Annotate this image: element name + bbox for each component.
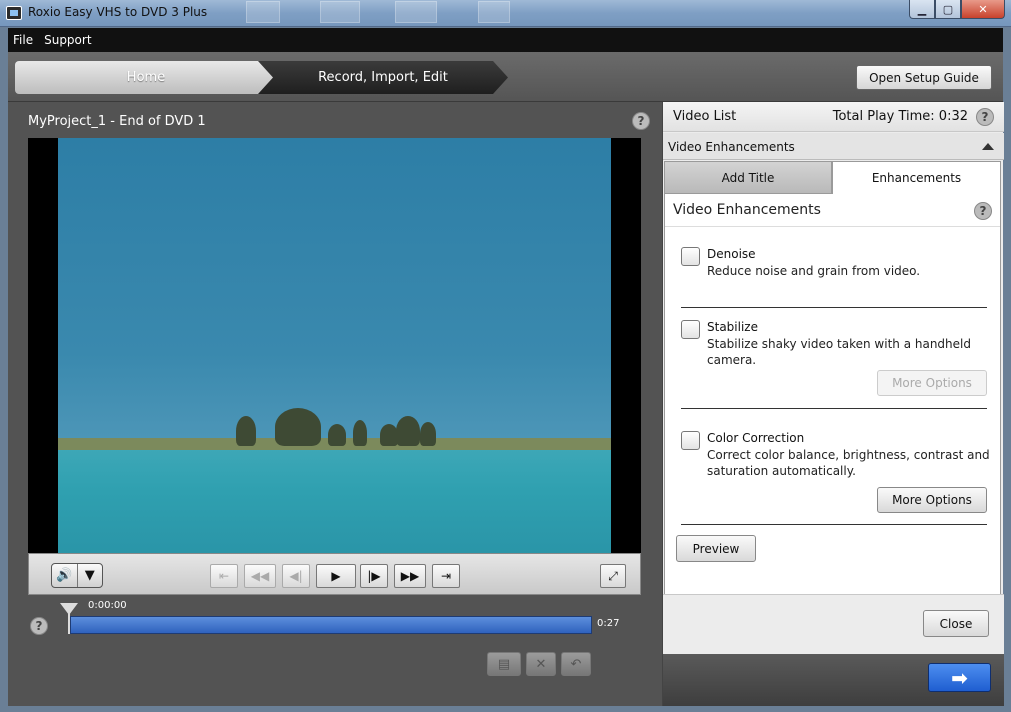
time-start: 0:00:00 [88, 600, 127, 611]
menu-file[interactable]: File [13, 33, 33, 47]
help-icon[interactable]: ? [976, 108, 994, 126]
window-controls: ▁ ▢ ✕ [909, 0, 1005, 20]
background-window-ghost [395, 1, 437, 23]
video-list-header: Video List Total Play Time: 0:32 ? [663, 102, 1004, 132]
next-button[interactable]: ➡ [928, 663, 991, 692]
time-end: 0:27 [597, 618, 620, 629]
step-back-button[interactable]: ◀| [282, 564, 310, 588]
help-icon[interactable]: ? [632, 112, 650, 130]
tab-bar: Add Title Enhancements [663, 160, 1004, 194]
background-window-ghost [320, 1, 360, 23]
option-description: Reduce noise and grain from video. [707, 264, 921, 278]
timeline-help-icon[interactable]: ? [30, 617, 48, 635]
volume-icon[interactable]: 🔊 [52, 564, 78, 587]
section-label: Video Enhancements [668, 140, 795, 154]
playback-controls: 🔊 ▼ ⇤ ◀◀ ◀| ▶ |▶ ▶▶ ⇥ ⤢ [28, 553, 641, 595]
video-preview [28, 138, 641, 553]
maximize-button[interactable]: ▢ [935, 0, 961, 19]
divider [681, 408, 987, 409]
arrow-right-icon: ➡ [951, 665, 968, 690]
project-title: MyProject_1 - End of DVD 1 [28, 114, 206, 129]
panel-footer: Close [663, 594, 1004, 656]
timeline-track[interactable] [70, 616, 592, 634]
close-button[interactable]: Close [923, 610, 989, 637]
video-frame-image [58, 138, 611, 553]
option-description: Stabilize shaky video taken with a handh… [707, 337, 971, 367]
help-icon[interactable]: ? [974, 202, 992, 220]
title-bar: Roxio Easy VHS to DVD 3 Plus ▁ ▢ ✕ [0, 0, 1011, 27]
total-play-time: Total Play Time: 0:32 [832, 109, 968, 124]
step-forward-button[interactable]: |▶ [360, 564, 388, 588]
sidebar-panel: Video List Total Play Time: 0:32 ? Video… [662, 102, 1004, 706]
volume-dropdown-icon[interactable]: ▼ [78, 564, 103, 587]
enhancements-panel: Video Enhancements ? Denoise Reduce nois… [664, 194, 1001, 594]
rewind-2x-button[interactable]: ◀◀ [244, 564, 276, 588]
collapse-arrow-icon[interactable] [982, 143, 994, 150]
color-correction-more-options-button[interactable]: More Options [877, 487, 987, 513]
minimize-button[interactable]: ▁ [909, 0, 935, 19]
background-window-ghost [478, 1, 510, 23]
delete-clip-button[interactable]: ✕ [526, 652, 556, 676]
panel-title: Video Enhancements [673, 202, 821, 218]
divider [681, 524, 987, 525]
menu-bar: File Support [8, 28, 1003, 52]
menu-support[interactable]: Support [44, 33, 91, 47]
stabilize-more-options-button[interactable]: More Options [877, 370, 987, 396]
stabilize-checkbox[interactable] [681, 320, 700, 339]
player-panel: MyProject_1 - End of DVD 1 ? 🔊 ▼ ⇤ ◀◀ ◀|… [8, 102, 662, 706]
app-icon [6, 6, 22, 20]
option-name: Stabilize [707, 320, 758, 334]
video-list-label[interactable]: Video List [673, 109, 736, 124]
tab-enhancements[interactable]: Enhancements [832, 161, 1001, 194]
bottom-strip: ➡ [663, 654, 1004, 706]
rewind-icon: ◀◀ [250, 569, 270, 583]
option-name: Color Correction [707, 431, 805, 445]
background-window-ghost [246, 1, 280, 23]
denoise-checkbox[interactable] [681, 247, 700, 266]
play-button[interactable]: ▶ [316, 564, 356, 588]
volume-control[interactable]: 🔊 ▼ [51, 563, 103, 588]
breadcrumb-record-import-edit[interactable]: Record, Import, Edit [258, 61, 508, 94]
window-title: Roxio Easy VHS to DVD 3 Plus [28, 5, 208, 19]
filmstrip-button[interactable]: ▤ [487, 652, 521, 676]
tab-add-title[interactable]: Add Title [664, 161, 832, 194]
undo-button[interactable]: ↶ [561, 652, 591, 676]
option-description: Correct color balance, brightness, contr… [707, 448, 990, 478]
preview-button[interactable]: Preview [676, 535, 756, 562]
color-correction-checkbox[interactable] [681, 431, 700, 450]
video-enhancements-section-header[interactable]: Video Enhancements [663, 133, 1004, 160]
divider [681, 307, 987, 308]
breadcrumb-home[interactable]: Home [15, 61, 277, 94]
fast-forward-icon: ▶▶ [400, 569, 420, 583]
close-window-button[interactable]: ✕ [961, 0, 1005, 19]
option-name: Denoise [707, 247, 756, 261]
open-setup-guide-button[interactable]: Open Setup Guide [856, 65, 992, 90]
go-to-end-button[interactable]: ⇥ [432, 564, 460, 588]
go-to-start-button[interactable]: ⇤ [210, 564, 238, 588]
fullscreen-button[interactable]: ⤢ [600, 564, 626, 588]
nav-strip: Home Record, Import, Edit Open Setup Gui… [8, 52, 1003, 102]
fast-forward-2x-button[interactable]: ▶▶ [394, 564, 426, 588]
